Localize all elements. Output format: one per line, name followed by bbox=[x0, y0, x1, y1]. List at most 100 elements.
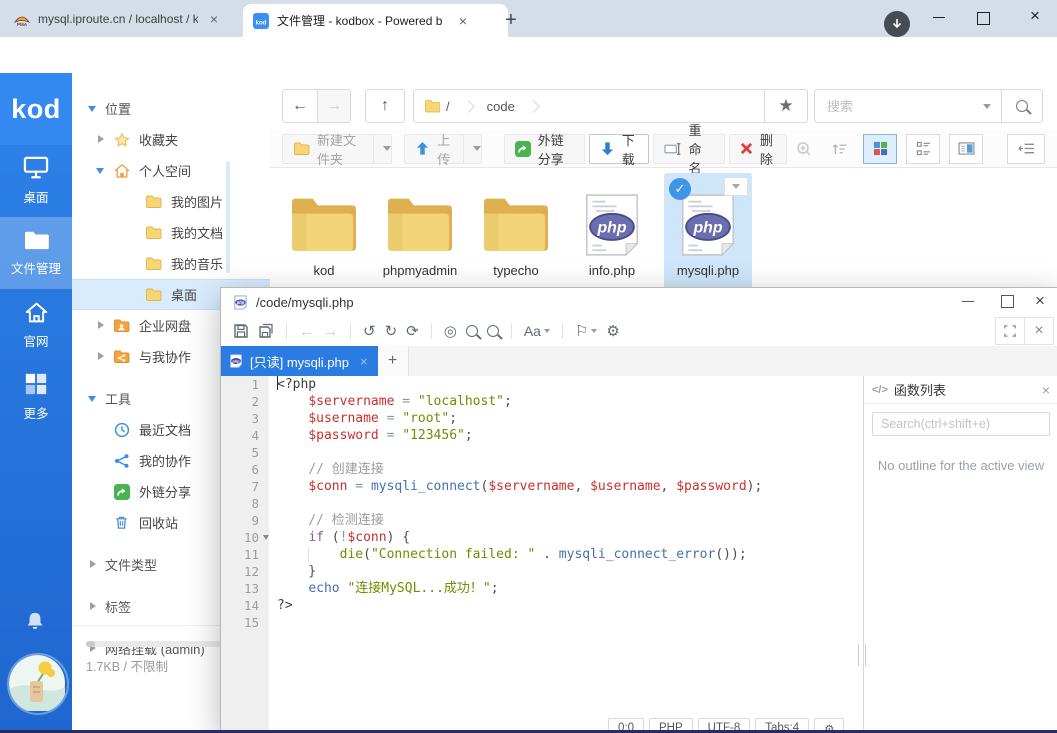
rail-item-桌面[interactable]: 桌面 bbox=[0, 145, 72, 217]
toolbar-dropdown-上传[interactable] bbox=[464, 134, 482, 164]
file-info.php[interactable]: phpinfo.php bbox=[568, 173, 656, 289]
panel-resize-handle[interactable] bbox=[858, 644, 866, 666]
download-indicator-icon[interactable] bbox=[884, 11, 910, 37]
nav-forward-button[interactable]: → bbox=[318, 89, 351, 123]
toolbar-button-重命名[interactable]: 重命名 bbox=[653, 134, 725, 164]
toolbar-button-下载[interactable]: 下载 bbox=[589, 134, 649, 164]
code-token: <?php bbox=[277, 377, 316, 392]
code-area[interactable]: <?php $servername = "localhost"; $userna… bbox=[269, 376, 864, 733]
toolbar-button-删除[interactable]: 删除 bbox=[729, 134, 787, 164]
editor-fullscreen-button[interactable] bbox=[995, 317, 1025, 345]
toolbar-button-上传[interactable]: 上传 bbox=[404, 134, 464, 164]
php-file-icon: php bbox=[229, 354, 243, 368]
chevron-right-icon[interactable] bbox=[96, 321, 105, 330]
file-grid: kodphpmyadmintypechophpinfo.phpphpmysqli… bbox=[280, 173, 760, 289]
chevron-right-icon[interactable] bbox=[88, 560, 97, 569]
toolbar-dropdown-新建文件夹[interactable] bbox=[374, 134, 392, 164]
tree-item-我的图片[interactable]: 我的图片 bbox=[72, 186, 270, 217]
tab-close-icon[interactable]: × bbox=[360, 354, 368, 369]
breadcrumb-root[interactable]: / bbox=[446, 99, 450, 114]
save-icon[interactable] bbox=[233, 323, 249, 339]
code-token bbox=[277, 411, 308, 426]
rail-item-更多[interactable]: 更多 bbox=[0, 361, 72, 433]
rail-item-文件管理[interactable]: 文件管理 bbox=[0, 217, 72, 289]
editor-tab-mysqli[interactable]: php [只读] mysqli.php × bbox=[221, 346, 378, 376]
outline-close-icon[interactable]: × bbox=[1042, 382, 1050, 398]
code-token bbox=[277, 581, 308, 596]
nav-back-button[interactable]: ← bbox=[282, 89, 318, 123]
user-avatar[interactable] bbox=[7, 653, 69, 715]
redo-icon[interactable]: ↻ bbox=[385, 322, 398, 340]
undo-icon[interactable]: ↺ bbox=[363, 322, 376, 340]
nav-back-icon: ← bbox=[299, 323, 314, 340]
view-tool-view-grid[interactable] bbox=[863, 134, 897, 164]
chevron-right-icon[interactable] bbox=[96, 352, 105, 361]
view-tool-view-panel[interactable] bbox=[1007, 134, 1045, 164]
toolbar-button-新建文件夹[interactable]: 新建文件夹 bbox=[282, 134, 374, 164]
window-close-button[interactable]: × bbox=[1024, 6, 1046, 26]
file-typecho[interactable]: typecho bbox=[472, 173, 560, 289]
search-input[interactable] bbox=[825, 98, 939, 115]
file-dropdown-button[interactable] bbox=[724, 177, 748, 196]
folder-small-icon bbox=[145, 256, 162, 271]
tab-close-icon[interactable]: × bbox=[206, 11, 222, 27]
file-phpmyadmin[interactable]: phpmyadmin bbox=[376, 173, 464, 289]
search-box[interactable] bbox=[814, 89, 1002, 123]
kod-logo[interactable]: kod bbox=[0, 73, 72, 145]
browser-tab-phpmyadmin[interactable]: PMA mysql.iproute.cn / localhost / k × bbox=[8, 0, 250, 37]
view-tool-zoom-faint[interactable] bbox=[791, 136, 817, 162]
editor-new-tab-button[interactable]: + bbox=[378, 346, 409, 376]
editor-minimize-button[interactable] bbox=[962, 301, 974, 302]
file-kod[interactable]: kod bbox=[280, 173, 368, 289]
app-rail: kod 桌面文件管理官网更多 bbox=[0, 73, 72, 733]
search-icon bbox=[466, 325, 478, 337]
search-dropdown-caret[interactable] bbox=[983, 104, 991, 109]
window-minimize-button[interactable] bbox=[928, 17, 950, 18]
tree-item-位置[interactable]: 位置 bbox=[72, 93, 270, 124]
tree-item-我的文档[interactable]: 我的文档 bbox=[72, 217, 270, 248]
outline-search-box[interactable] bbox=[872, 412, 1050, 436]
nav-up-button[interactable]: ↑ bbox=[365, 89, 405, 123]
outline-search-input[interactable] bbox=[879, 416, 1043, 432]
breadcrumb[interactable]: / code bbox=[413, 89, 765, 123]
file-mysqli.php[interactable]: phpmysqli.php✓ bbox=[664, 173, 752, 289]
search-icon[interactable] bbox=[466, 325, 478, 337]
svg-text:kod: kod bbox=[256, 20, 267, 26]
search-button[interactable] bbox=[1002, 89, 1043, 123]
tree-item-个人空间[interactable]: 个人空间 bbox=[72, 155, 270, 186]
search-zoom-icon[interactable] bbox=[487, 325, 499, 337]
chevron-down-icon[interactable] bbox=[88, 104, 97, 113]
goto-location-icon[interactable]: ◎ bbox=[444, 322, 457, 340]
editor-toolbar-close-button[interactable]: × bbox=[1024, 317, 1054, 345]
editor-settings-icon[interactable]: ⚙ bbox=[606, 322, 619, 340]
tab-close-icon[interactable]: × bbox=[455, 13, 471, 29]
refresh-icon[interactable]: ⟳ bbox=[406, 322, 419, 340]
editor-close-button[interactable]: × bbox=[1030, 291, 1050, 311]
toolbar-button-外链分享[interactable]: 外链分享 bbox=[504, 134, 585, 164]
notifications-bell-icon[interactable] bbox=[24, 611, 46, 631]
tree-item-收藏夹[interactable]: 收藏夹 bbox=[72, 124, 270, 155]
breadcrumb-code[interactable]: code bbox=[487, 99, 515, 114]
new-tab-button[interactable]: + bbox=[499, 8, 523, 32]
chevron-down-icon[interactable] bbox=[88, 394, 97, 403]
view-tool-view-columns[interactable] bbox=[949, 134, 983, 164]
tree-scrollbar[interactable] bbox=[226, 161, 230, 273]
chevron-right-icon[interactable] bbox=[96, 135, 105, 144]
view-tool-view-list[interactable] bbox=[906, 134, 940, 164]
tree-item-我的音乐[interactable]: 我的音乐 bbox=[72, 248, 270, 279]
window-maximize-button[interactable] bbox=[977, 12, 990, 25]
chevron-right-icon[interactable] bbox=[88, 602, 97, 611]
browser-tab-kodbox[interactable]: kod 文件管理 - kodbox - Powered b × bbox=[243, 4, 508, 37]
marker-flag-button[interactable]: ⚐ bbox=[575, 322, 597, 340]
favorite-star-button[interactable]: ★ bbox=[765, 89, 808, 123]
font-size-button[interactable]: Aa bbox=[524, 323, 550, 339]
rail-item-官网[interactable]: 官网 bbox=[0, 289, 72, 361]
svg-text:php: php bbox=[231, 360, 240, 364]
selected-check-icon[interactable]: ✓ bbox=[669, 178, 691, 200]
save-all-icon[interactable] bbox=[258, 323, 274, 339]
chevron-down-icon[interactable] bbox=[96, 166, 105, 175]
editor-maximize-button[interactable] bbox=[1001, 295, 1014, 308]
view-tool-sort[interactable] bbox=[827, 136, 853, 162]
chevron-spacer bbox=[128, 290, 137, 299]
editor-titlebar[interactable]: php /code/mysqli.php bbox=[221, 288, 1057, 316]
